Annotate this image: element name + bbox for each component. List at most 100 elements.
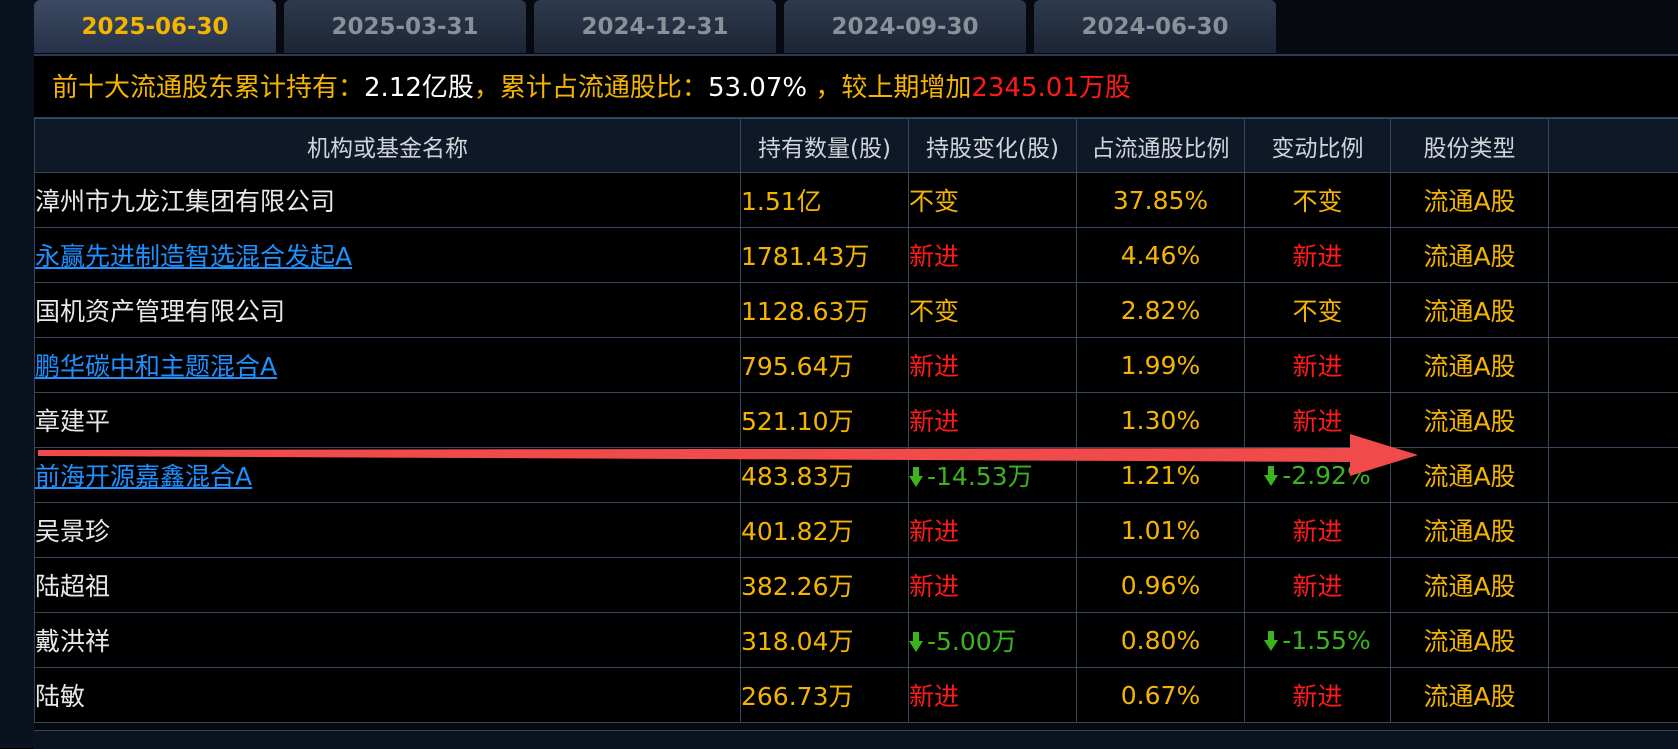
holder-name: 戴洪祥 [35,627,110,656]
summary-hold-label: 前十大流通股东累计持有： [52,73,364,103]
change-ratio-value: -1.55% [1282,626,1370,655]
holdings-summary: 前十大流通股东累计持有：2.12亿股，累计占流通股比：53.07% ，较上期增加… [34,54,1678,118]
holder-name: 吴景珍 [35,517,110,546]
header-share-type: 股份类型 [1391,119,1549,173]
holding-change-value: 新进 [909,682,959,711]
holder-name-cell: 戴洪祥 [35,613,741,668]
share-type: 流通A股 [1391,283,1549,338]
share-type: 流通A股 [1391,393,1549,448]
extra-cell [1549,393,1678,448]
summary-hold-value: 2.12亿股 [364,73,474,103]
holding-change: 不变 [909,173,1077,228]
holding-quantity: 521.10万 [741,393,909,448]
header-extra [1549,119,1678,173]
header-holder-name: 机构或基金名称 [35,119,741,173]
holder-name-cell: 吴景珍 [35,503,741,558]
float-ratio: 0.96% [1077,558,1245,613]
tab-period-4[interactable]: 2024-09-30 [784,0,1026,53]
table-row: 章建平521.10万新进1.30%新进流通A股 [35,393,1678,448]
share-type: 流通A股 [1391,613,1549,668]
tab-period-3[interactable]: 2024-12-31 [534,0,776,53]
holding-change: -5.00万 [909,613,1077,668]
holding-change-value: -14.53万 [927,462,1033,491]
change-ratio: 不变 [1245,283,1391,338]
holding-change: 新进 [909,558,1077,613]
table-row: 戴洪祥318.04万-5.00万0.80%-1.55%流通A股 [35,613,1678,668]
header-quantity: 持有数量(股) [741,119,909,173]
change-ratio: 新进 [1245,228,1391,283]
tab-period-1[interactable]: 2025-06-30 [34,0,276,53]
holding-change-value: 新进 [909,572,959,601]
holding-quantity: 795.64万 [741,338,909,393]
extra-cell [1549,338,1678,393]
holding-quantity: 483.83万 [741,448,909,503]
table-row: 陆敏266.73万新进0.67%新进流通A股 [35,668,1678,723]
arrow-down-icon [909,629,923,649]
arrow-down-icon [1264,628,1278,648]
holder-fund-link[interactable]: 永赢先进制造智选混合发起A [35,242,352,271]
extra-cell [1549,668,1678,723]
holding-change: 新进 [909,393,1077,448]
holding-quantity: 401.82万 [741,503,909,558]
extra-cell [1549,448,1678,503]
arrow-down-icon [909,464,923,484]
holding-change: 新进 [909,668,1077,723]
holding-quantity: 318.04万 [741,613,909,668]
holding-quantity: 1128.63万 [741,283,909,338]
holding-change-value: 不变 [909,297,959,326]
top-holders-table: 机构或基金名称 持有数量(股) 持股变化(股) 占流通股比例 变动比例 股份类型… [34,118,1678,723]
tab-period-5[interactable]: 2024-06-30 [1034,0,1276,53]
holder-name-cell: 漳州市九龙江集团有限公司 [35,173,741,228]
change-ratio: 新进 [1245,668,1391,723]
holder-fund-link[interactable]: 鹏华碳中和主题混合A [35,352,277,381]
change-ratio: 不变 [1245,173,1391,228]
change-ratio-value: 新进 [1292,572,1342,601]
holder-name-cell: 章建平 [35,393,741,448]
shareholder-panel: 2025-06-30 2025-03-31 2024-12-31 2024-09… [34,0,1678,748]
holder-name: 章建平 [35,407,110,436]
holding-change-value: -5.00万 [927,627,1017,656]
holder-name: 陆超祖 [35,572,110,601]
extra-cell [1549,558,1678,613]
table-row: 吴景珍401.82万新进1.01%新进流通A股 [35,503,1678,558]
share-type: 流通A股 [1391,558,1549,613]
change-ratio: 新进 [1245,338,1391,393]
change-ratio: 新进 [1245,503,1391,558]
summary-ratio-label: ，累计占流通股比： [474,73,708,103]
holding-change-value: 新进 [909,407,959,436]
holding-change: 新进 [909,228,1077,283]
change-ratio-value: 新进 [1292,682,1342,711]
share-type: 流通A股 [1391,338,1549,393]
holding-quantity: 1781.43万 [741,228,909,283]
holder-name: 漳州市九龙江集团有限公司 [35,187,335,216]
holding-change-value: 不变 [909,187,959,216]
holder-name-cell: 前海开源嘉鑫混合A [35,448,741,503]
arrow-down-icon [1264,463,1278,483]
holder-name-cell: 陆超祖 [35,558,741,613]
holding-change: 新进 [909,503,1077,558]
table-row: 漳州市九龙江集团有限公司1.51亿不变37.85%不变流通A股 [35,173,1678,228]
table-row: 永赢先进制造智选混合发起A1781.43万新进4.46%新进流通A股 [35,228,1678,283]
table-row: 鹏华碳中和主题混合A795.64万新进1.99%新进流通A股 [35,338,1678,393]
holder-fund-link[interactable]: 前海开源嘉鑫混合A [35,462,252,491]
header-change: 持股变化(股) [909,119,1077,173]
period-tabs: 2025-06-30 2025-03-31 2024-12-31 2024-09… [34,0,1678,54]
extra-cell [1549,283,1678,338]
holder-name: 陆敏 [35,682,85,711]
share-type: 流通A股 [1391,668,1549,723]
holding-change: 新进 [909,338,1077,393]
float-ratio: 2.82% [1077,283,1245,338]
share-type: 流通A股 [1391,173,1549,228]
holding-quantity: 266.73万 [741,668,909,723]
header-float-ratio: 占流通股比例 [1077,119,1245,173]
table-header-row: 机构或基金名称 持有数量(股) 持股变化(股) 占流通股比例 变动比例 股份类型 [35,119,1678,173]
change-ratio: -1.55% [1245,613,1391,668]
holding-quantity: 1.51亿 [741,173,909,228]
tab-period-2[interactable]: 2025-03-31 [284,0,526,53]
share-type: 流通A股 [1391,448,1549,503]
summary-ratio-value: 53.07% [708,73,807,103]
float-ratio: 37.85% [1077,173,1245,228]
extra-cell [1549,228,1678,283]
change-ratio: 新进 [1245,558,1391,613]
holder-name: 国机资产管理有限公司 [35,297,285,326]
